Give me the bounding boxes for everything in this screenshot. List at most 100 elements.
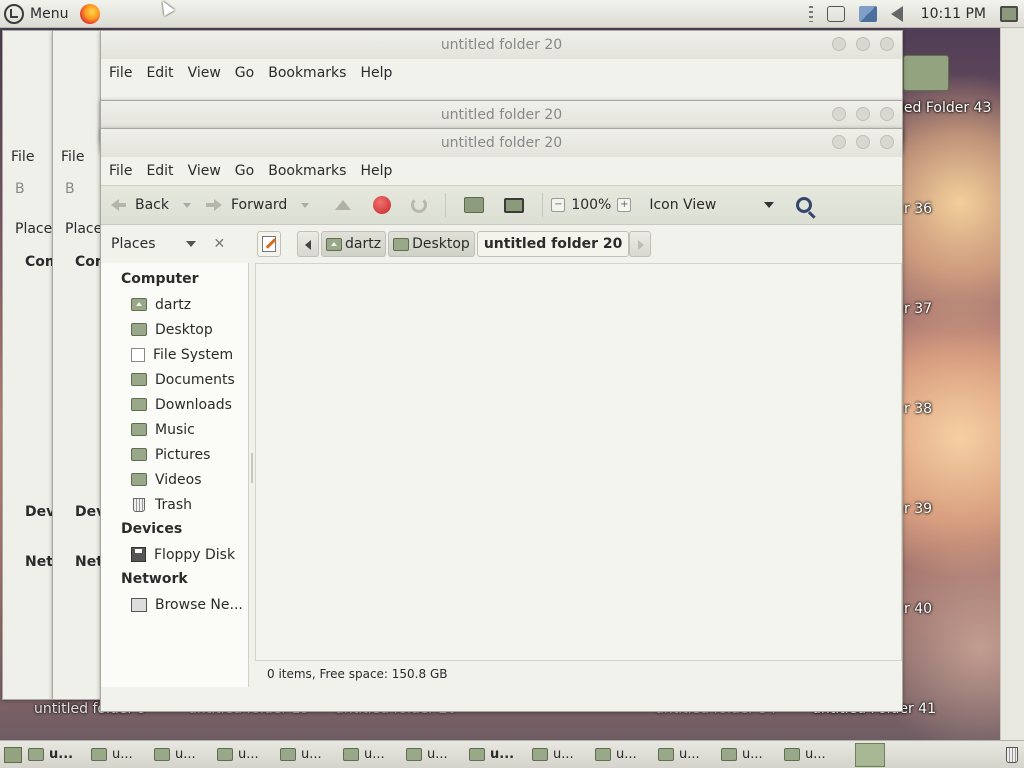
- back-button[interactable]: Back: [109, 196, 191, 214]
- menu-file[interactable]: File: [109, 65, 132, 81]
- menu-edit[interactable]: Edit: [146, 163, 173, 179]
- breadcrumb-home[interactable]: dartz: [321, 231, 387, 257]
- menu-go[interactable]: Go: [235, 163, 254, 179]
- ghost-menu-file[interactable]: File: [61, 149, 84, 165]
- menu-view[interactable]: View: [188, 163, 221, 179]
- sidebar-item-browse-network[interactable]: Browse Ne...: [101, 592, 248, 617]
- sidebar-item-downloads[interactable]: Downloads: [101, 392, 248, 417]
- forward-history-chevron-icon[interactable]: [301, 202, 310, 208]
- keyboard-layout-icon[interactable]: [826, 6, 845, 22]
- close-button[interactable]: [880, 107, 894, 121]
- taskbar-item[interactable]: u...: [280, 743, 338, 767]
- zoom-out-button[interactable]: −: [551, 198, 566, 212]
- menu-file[interactable]: File: [109, 163, 132, 179]
- maximize-button[interactable]: [856, 135, 870, 149]
- breadcrumb-current[interactable]: untitled folder 20: [476, 231, 630, 257]
- firefox-launcher-icon[interactable]: [80, 3, 101, 24]
- taskbar-item[interactable]: u...: [343, 743, 401, 767]
- breadcrumb-scroll-right-button[interactable]: [629, 231, 652, 257]
- sidebar-item-desktop[interactable]: Desktop: [101, 317, 248, 342]
- taskbar-item[interactable]: u...: [406, 743, 464, 767]
- places-selector[interactable]: Places ✕: [101, 236, 241, 252]
- taskbar-item[interactable]: u...: [28, 743, 86, 767]
- breadcrumb-scroll-left-button[interactable]: [297, 231, 319, 257]
- tray-handle-icon[interactable]: [808, 6, 813, 22]
- menu-view[interactable]: View: [188, 65, 221, 81]
- stop-icon[interactable]: [373, 196, 392, 214]
- sidebar-item-floppy-disk[interactable]: Floppy Disk: [101, 542, 248, 567]
- minimize-button[interactable]: [832, 135, 846, 149]
- desktop-label-36[interactable]: r 36: [904, 201, 932, 217]
- folder-icon: [406, 748, 422, 761]
- close-sidebar-icon[interactable]: ✕: [214, 236, 226, 252]
- window-titlebar[interactable]: untitled folder 20: [101, 101, 902, 129]
- forward-button[interactable]: Forward: [205, 196, 310, 214]
- sidebar-item-trash[interactable]: Trash: [101, 492, 248, 517]
- volume-icon[interactable]: [890, 6, 903, 22]
- maximize-button[interactable]: [856, 37, 870, 51]
- forward-label: Forward: [231, 197, 288, 213]
- taskbar-item[interactable]: u...: [217, 743, 275, 767]
- minimize-button[interactable]: [832, 107, 846, 121]
- window-title: untitled folder 20: [440, 107, 563, 123]
- sidebar-item-file-system[interactable]: File System: [101, 342, 248, 367]
- desktop-label-folder-43[interactable]: ied Folder 43: [900, 100, 991, 116]
- trash-icon: [133, 497, 145, 512]
- reload-icon[interactable]: [411, 197, 428, 213]
- menu-go[interactable]: Go: [235, 65, 254, 81]
- taskbar-item-current[interactable]: [855, 742, 885, 767]
- minimize-button[interactable]: [832, 37, 846, 51]
- ghost-menu-file[interactable]: File: [11, 149, 34, 165]
- menu-bookmarks[interactable]: Bookmarks: [268, 65, 346, 81]
- breadcrumb-desktop[interactable]: Desktop: [388, 231, 475, 257]
- sidebar-item-videos[interactable]: Videos: [101, 467, 248, 492]
- zoom-in-button[interactable]: +: [617, 198, 632, 212]
- sidebar-item-music[interactable]: Music: [101, 417, 248, 442]
- ghost-back[interactable]: B: [15, 181, 25, 197]
- file-manager-window[interactable]: untitled folder 20 File Edit View Go Boo…: [100, 128, 903, 712]
- network-status-icon[interactable]: [858, 6, 877, 22]
- main-menu-button[interactable]: Menu: [4, 0, 68, 28]
- show-desktop-button[interactable]: [4, 746, 22, 763]
- close-button[interactable]: [880, 135, 894, 149]
- desktop-label-40[interactable]: r 40: [904, 601, 932, 617]
- sidebar-item-pictures[interactable]: Pictures: [101, 442, 248, 467]
- taskbar-item[interactable]: u...: [784, 743, 842, 767]
- taskbar-item[interactable]: u...: [469, 743, 527, 767]
- desktop-label-37[interactable]: r 37: [904, 301, 932, 317]
- view-mode-select[interactable]: Icon View: [649, 197, 775, 213]
- window-titlebar[interactable]: untitled folder 20: [101, 129, 902, 157]
- ghost-window-2[interactable]: File B Place Com Dev Net: [52, 30, 109, 700]
- taskbar-item[interactable]: u...: [721, 743, 779, 767]
- taskbar-item[interactable]: u...: [154, 743, 212, 767]
- desktop-label-39[interactable]: r 39: [904, 501, 932, 517]
- menu-help[interactable]: Help: [360, 65, 392, 81]
- menu-help[interactable]: Help: [360, 163, 392, 179]
- taskbar-item[interactable]: u...: [91, 743, 149, 767]
- up-icon[interactable]: [335, 200, 352, 210]
- trash-icon[interactable]: [1006, 747, 1018, 763]
- sidebar-item-dartz[interactable]: dartz: [101, 292, 248, 317]
- show-desktop-icon[interactable]: [1000, 6, 1018, 22]
- taskbar-item[interactable]: u...: [595, 743, 653, 767]
- menu-edit[interactable]: Edit: [146, 65, 173, 81]
- home-icon[interactable]: [464, 197, 485, 213]
- toggle-location-entry-button[interactable]: [257, 231, 281, 257]
- sidebar-item-documents[interactable]: Documents: [101, 367, 248, 392]
- clock[interactable]: 10:11 PM: [921, 6, 986, 22]
- maximize-button[interactable]: [856, 107, 870, 121]
- sidebar-resize-handle[interactable]: [249, 263, 255, 687]
- back-history-chevron-icon[interactable]: [183, 202, 191, 208]
- desktop-label-38[interactable]: r 38: [904, 401, 932, 417]
- desktop-folder-icon[interactable]: [903, 55, 949, 91]
- file-view-area[interactable]: [255, 263, 902, 661]
- taskbar-item[interactable]: u...: [658, 743, 716, 767]
- menubar: File Edit View Go Bookmarks Help: [101, 157, 902, 185]
- taskbar-item[interactable]: u...: [532, 743, 590, 767]
- computer-icon[interactable]: [504, 197, 525, 213]
- close-button[interactable]: [880, 37, 894, 51]
- window-titlebar[interactable]: untitled folder 20: [101, 31, 902, 59]
- ghost-back[interactable]: B: [65, 181, 75, 197]
- menu-bookmarks[interactable]: Bookmarks: [268, 163, 346, 179]
- search-icon[interactable]: [796, 197, 813, 213]
